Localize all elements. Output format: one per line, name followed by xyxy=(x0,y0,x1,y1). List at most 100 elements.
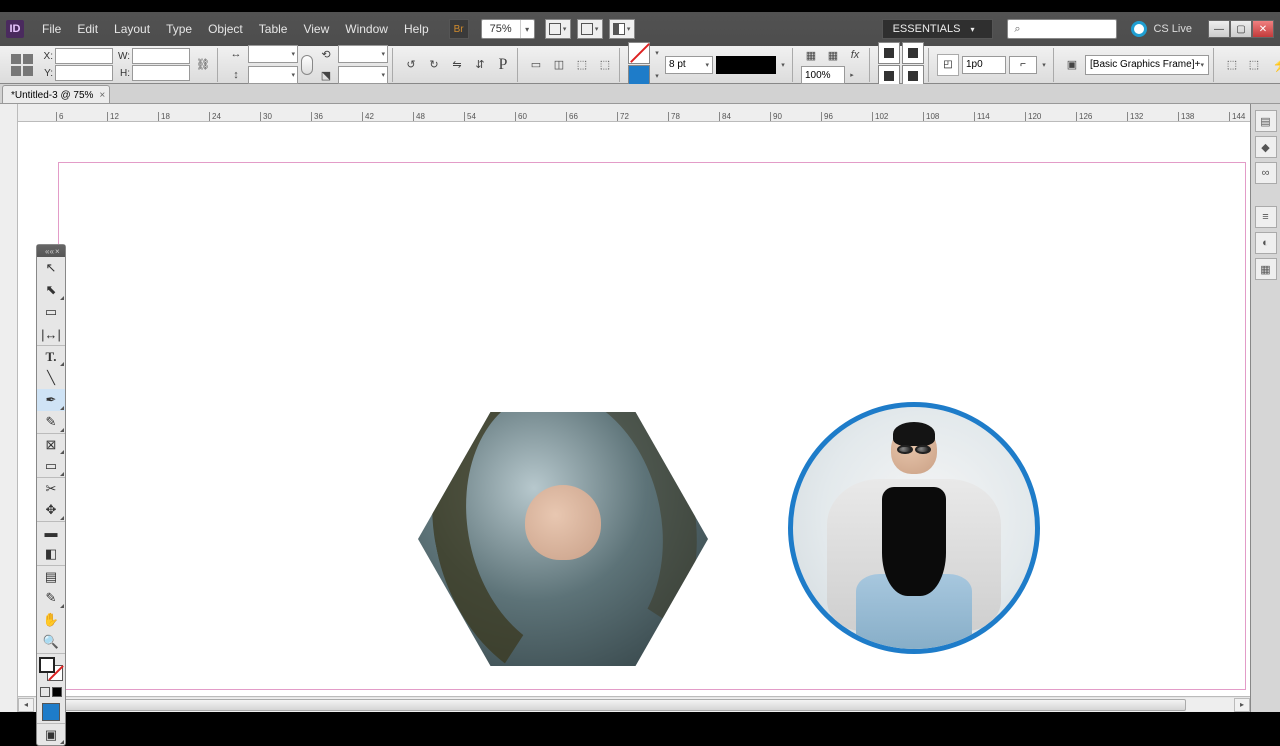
zoom-level[interactable]: 75% ▾ xyxy=(481,19,535,39)
menu-table[interactable]: Table xyxy=(251,18,296,40)
horizontal-ruler[interactable]: 6 12 18 24 30 36 42 48 54 60 66 72 78 84… xyxy=(18,104,1250,122)
chevron-down-icon[interactable]: ▾ xyxy=(652,49,662,57)
chevron-down-icon[interactable]: ▾ xyxy=(778,61,788,69)
search-box[interactable]: ⌕ xyxy=(1007,19,1117,39)
stroke-style[interactable] xyxy=(716,56,776,74)
quick-apply-icon[interactable]: ⚡ xyxy=(1272,56,1280,73)
workspace-switcher[interactable]: ESSENTIALS xyxy=(882,19,994,39)
wrap-bound-icon[interactable] xyxy=(902,42,924,64)
fx-icon[interactable]: fx xyxy=(845,45,865,65)
type-tool[interactable]: T. xyxy=(37,345,65,367)
pen-tool[interactable]: ✒ xyxy=(37,389,65,411)
fit-frame-icon[interactable]: ⬚ xyxy=(1244,55,1264,75)
paragraph-p-icon[interactable]: P xyxy=(493,55,513,75)
select-content-icon[interactable]: ◫ xyxy=(549,55,569,75)
opacity-input[interactable]: 100% xyxy=(801,66,845,84)
rotate-input[interactable] xyxy=(338,45,388,63)
search-input[interactable] xyxy=(1026,23,1106,35)
selection-tool[interactable]: ↖ xyxy=(37,257,65,279)
fill-stroke-toggle[interactable] xyxy=(37,653,65,683)
screen-mode-button[interactable]: ▾ xyxy=(577,19,603,39)
gradient-swatch-tool[interactable]: ▬ xyxy=(37,521,65,543)
flip-h-icon[interactable]: ⇋ xyxy=(447,55,467,75)
line-tool[interactable]: ╲ xyxy=(37,367,65,389)
constrain-scale-icon[interactable] xyxy=(301,55,313,75)
circle-image-frame[interactable] xyxy=(788,402,1040,654)
constrain-proportions-icon[interactable]: ⛓ xyxy=(193,55,213,75)
w-input[interactable] xyxy=(132,48,190,64)
screen-mode-tool[interactable]: ▣ xyxy=(37,723,65,745)
maximize-button[interactable]: ▢ xyxy=(1230,20,1252,38)
menu-layout[interactable]: Layout xyxy=(106,18,158,40)
canvas[interactable] xyxy=(18,122,1250,694)
stroke-panel-icon[interactable]: ≡ xyxy=(1255,206,1277,228)
menu-file[interactable]: File xyxy=(34,18,69,40)
rotate-ccw-icon[interactable]: ↺ xyxy=(401,55,421,75)
fit-content-icon[interactable]: ⬚ xyxy=(1222,55,1242,75)
bridge-button[interactable]: Br xyxy=(449,19,469,39)
hand-tool[interactable]: ✋ xyxy=(37,609,65,631)
menu-help[interactable]: Help xyxy=(396,18,437,40)
menu-object[interactable]: Object xyxy=(200,18,251,40)
scroll-thumb[interactable] xyxy=(58,699,1186,711)
direct-selection-tool[interactable]: ⬉ xyxy=(37,279,65,301)
corner-options-icon[interactable]: ◰ xyxy=(937,54,959,76)
zoom-tool[interactable]: 🔍 xyxy=(37,631,65,653)
corner-radius-input[interactable]: 1p0 xyxy=(962,56,1006,74)
stroke-weight-input[interactable]: 8 pt▾ xyxy=(665,56,713,74)
tools-panel[interactable]: ««× ↖ ⬉ ▭ |↔| T. ╲ ✒ ✎ ⊠ ▭ ✂ ✥ ▬ ◧ ▤ ✎ ✋… xyxy=(36,244,66,746)
rotate-cw-icon[interactable]: ↻ xyxy=(424,55,444,75)
fill-swatch[interactable] xyxy=(628,42,650,64)
wrap-none-icon[interactable] xyxy=(878,42,900,64)
view-options-button[interactable]: ▾ xyxy=(545,19,571,39)
color-panel-icon[interactable]: ◐ xyxy=(1255,232,1277,254)
default-colors[interactable] xyxy=(37,683,65,701)
document-tab[interactable]: *Untitled-3 @ 75% × xyxy=(2,85,110,103)
minimize-button[interactable]: — xyxy=(1208,20,1230,38)
y-input[interactable] xyxy=(55,65,113,81)
gradient-feather-tool[interactable]: ◧ xyxy=(37,543,65,565)
select-next-icon[interactable]: ⬚ xyxy=(595,55,615,75)
effects-icon[interactable]: ▦ xyxy=(823,45,843,65)
free-transform-tool[interactable]: ✥ xyxy=(37,499,65,521)
flip-v-icon[interactable]: ⇵ xyxy=(470,55,490,75)
note-tool[interactable]: ▤ xyxy=(37,565,65,587)
reference-point-icon[interactable] xyxy=(8,51,36,79)
close-button[interactable]: ✕ xyxy=(1252,20,1274,38)
menu-type[interactable]: Type xyxy=(158,18,200,40)
chevron-down-icon[interactable]: ▾ xyxy=(520,20,534,38)
arrange-docs-button[interactable]: ▾ xyxy=(609,19,635,39)
hexagon-image-frame[interactable] xyxy=(418,412,708,666)
scroll-right-icon[interactable]: ▸ xyxy=(1234,698,1250,712)
scale-x-input[interactable] xyxy=(248,45,298,63)
pencil-tool[interactable]: ✎ xyxy=(37,411,65,433)
rectangle-tool[interactable]: ▭ xyxy=(37,455,65,477)
chevron-down-icon[interactable]: ▾ xyxy=(652,72,662,80)
corner-shape[interactable]: ⌐ xyxy=(1009,56,1037,74)
chevron-right-icon[interactable]: ▸ xyxy=(847,71,857,79)
gap-tool[interactable]: |↔| xyxy=(37,323,65,345)
shear-input[interactable] xyxy=(338,66,388,84)
h-input[interactable] xyxy=(132,65,190,81)
scale-y-input[interactable] xyxy=(248,66,298,84)
swatches-panel-icon[interactable]: ▦ xyxy=(1255,258,1277,280)
eyedropper-tool[interactable]: ✎ xyxy=(37,587,65,609)
tools-panel-header[interactable]: ««× xyxy=(37,245,65,257)
links-panel-icon[interactable]: ∞ xyxy=(1255,162,1277,184)
x-input[interactable] xyxy=(55,48,113,64)
pages-panel-icon[interactable]: ▤ xyxy=(1255,110,1277,132)
layers-panel-icon[interactable]: ◆ xyxy=(1255,136,1277,158)
horizontal-scrollbar[interactable]: ◂ ▸ xyxy=(18,696,1250,712)
menu-edit[interactable]: Edit xyxy=(69,18,106,40)
select-container-icon[interactable]: ▭ xyxy=(526,55,546,75)
rectangle-frame-tool[interactable]: ⊠ xyxy=(37,433,65,455)
select-prev-icon[interactable]: ⬚ xyxy=(572,55,592,75)
chevron-down-icon[interactable]: ▾ xyxy=(1039,61,1049,69)
object-style-select[interactable]: [Basic Graphics Frame]+▾ xyxy=(1085,55,1209,75)
vertical-ruler[interactable] xyxy=(0,104,18,712)
scissors-tool[interactable]: ✂ xyxy=(37,477,65,499)
page-tool[interactable]: ▭ xyxy=(37,301,65,323)
scroll-left-icon[interactable]: ◂ xyxy=(18,698,34,712)
menu-window[interactable]: Window xyxy=(337,18,396,40)
cs-live[interactable]: CS Live xyxy=(1131,21,1192,37)
